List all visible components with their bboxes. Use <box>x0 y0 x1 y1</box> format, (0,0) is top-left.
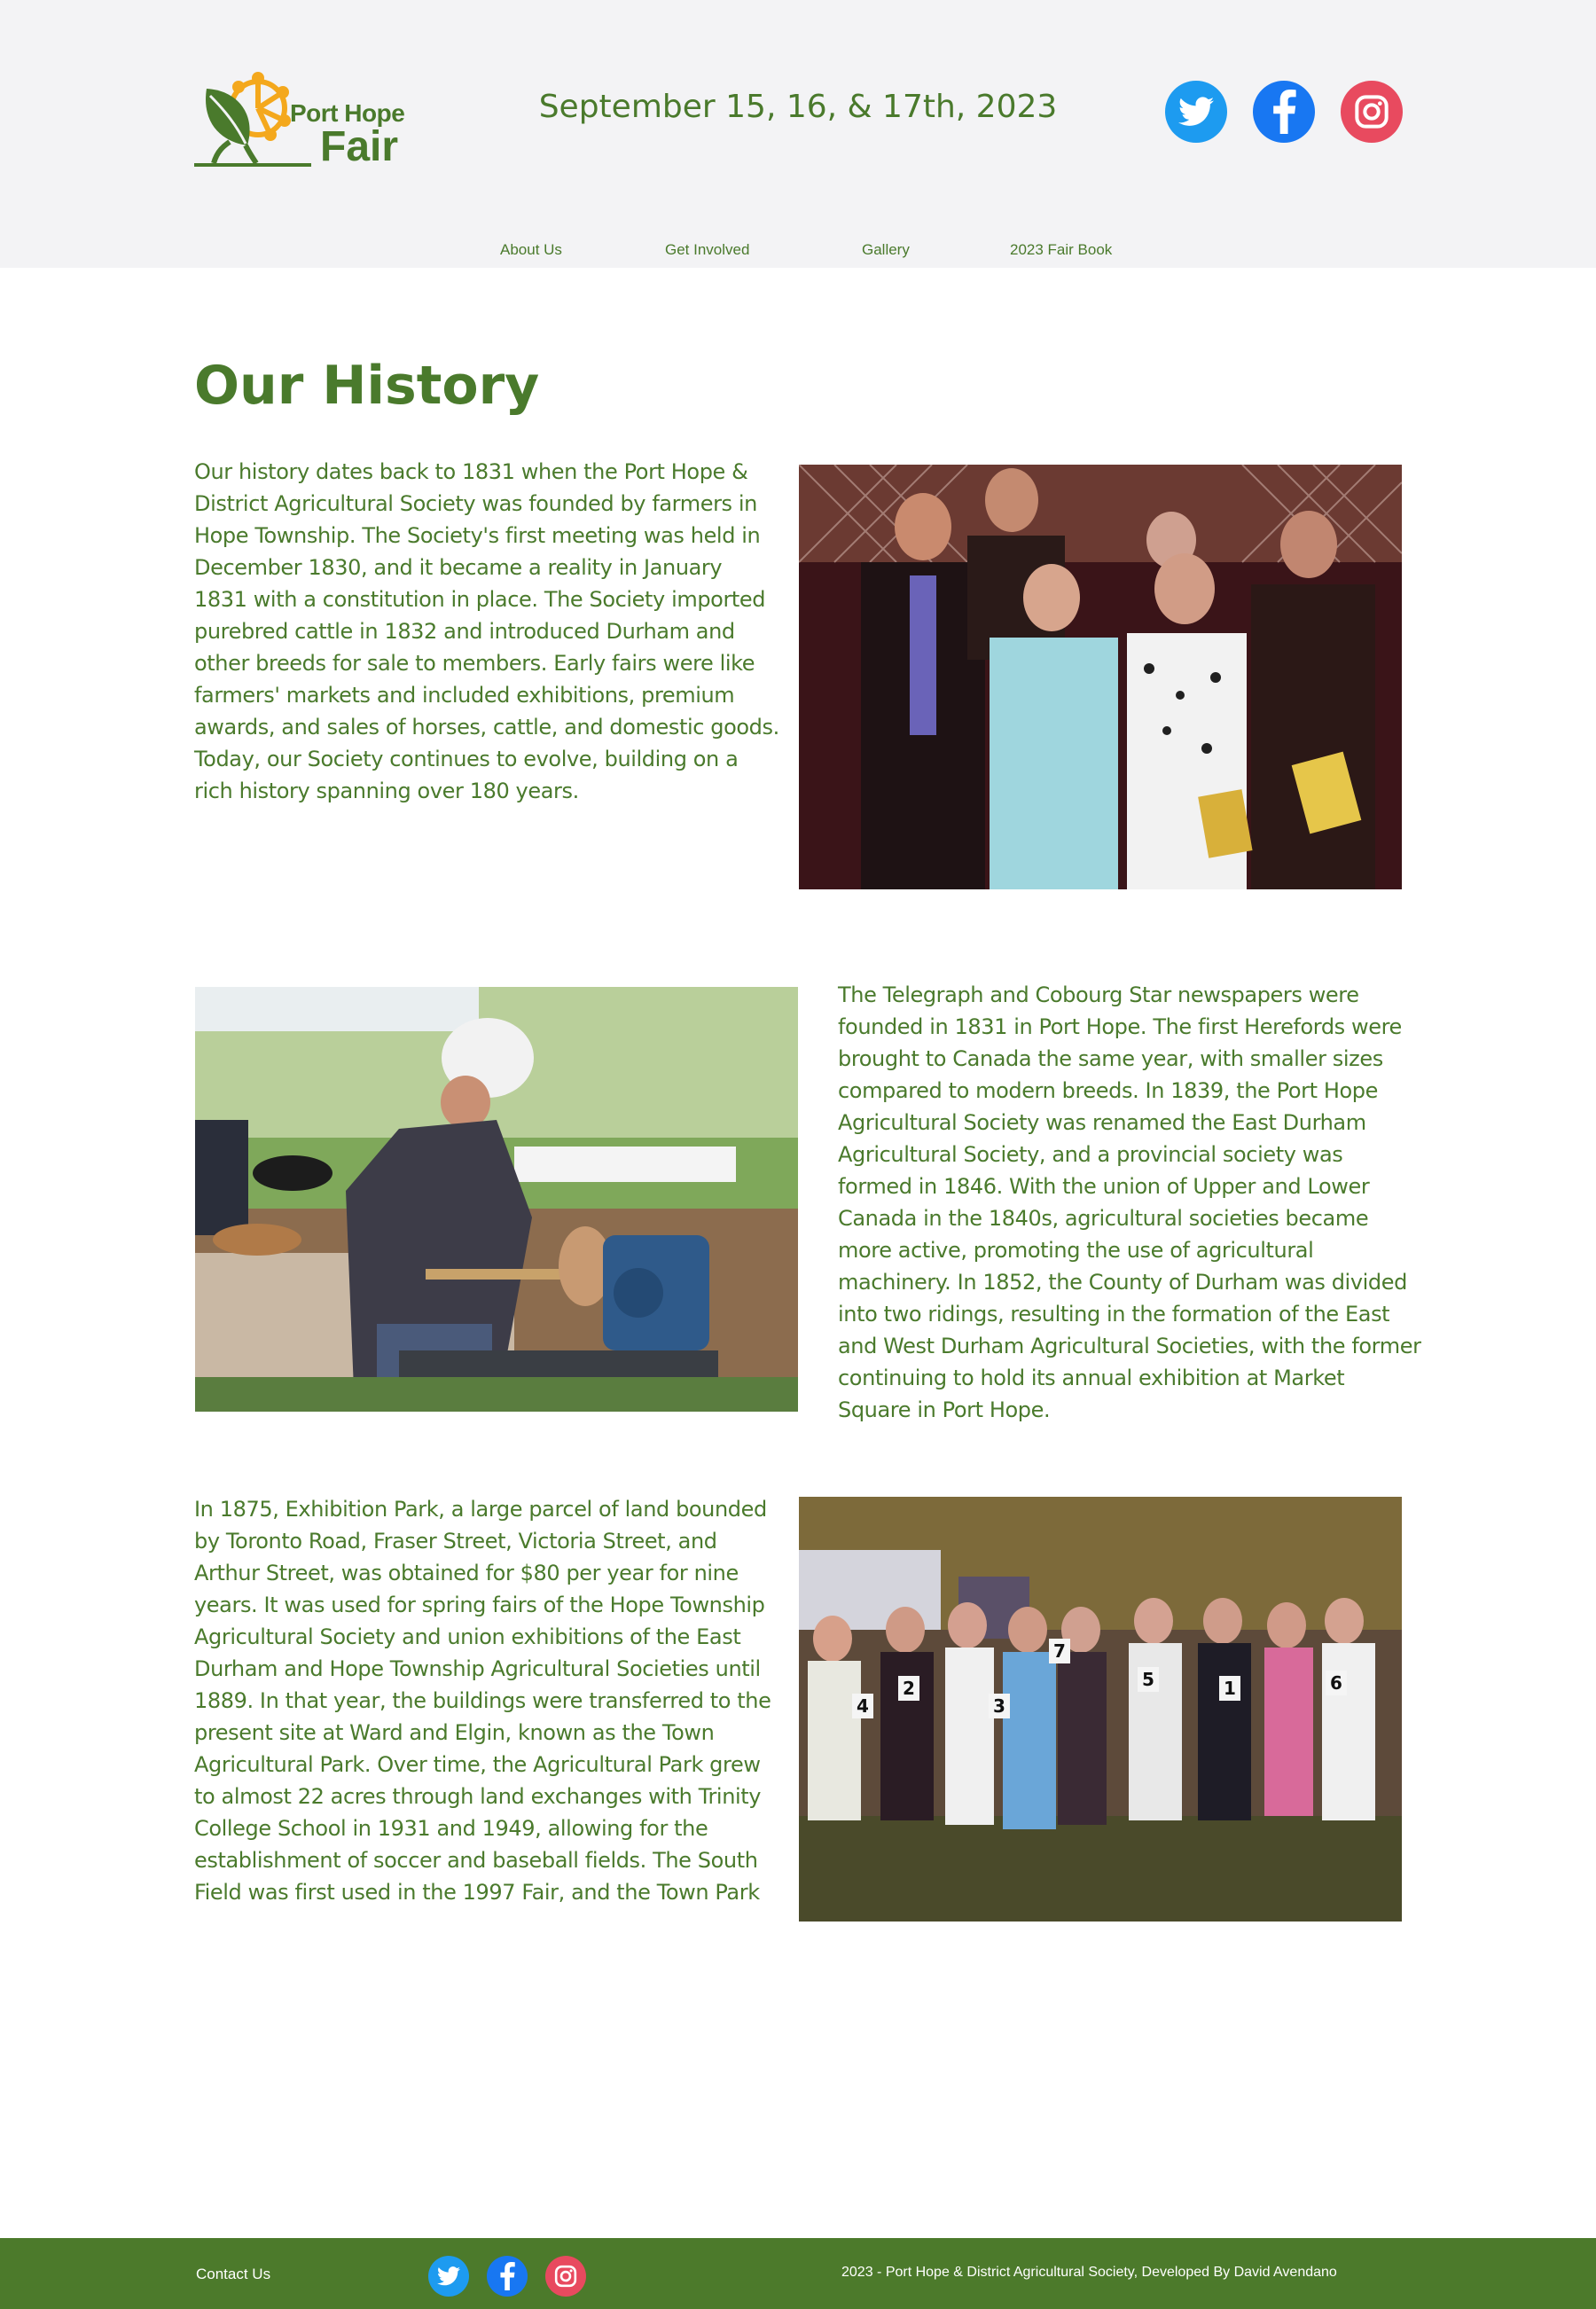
woodturning-demo-photo <box>195 987 798 1412</box>
twitter-icon[interactable] <box>428 2256 469 2297</box>
twitter-icon[interactable] <box>1165 81 1227 143</box>
society-members-photo <box>799 465 1402 889</box>
nav-about-us[interactable]: About Us <box>500 241 562 259</box>
logo-text-bottom: Fair <box>320 123 399 170</box>
page-title: Our History <box>194 355 540 417</box>
instagram-icon[interactable] <box>545 2256 586 2297</box>
number-card-5: 5 <box>1142 1669 1154 1690</box>
fair-dates: September 15, 16, & 17th, 2023 <box>538 89 1058 125</box>
facebook-icon[interactable] <box>487 2256 528 2297</box>
nav-fair-book[interactable]: 2023 Fair Book <box>1010 241 1112 259</box>
number-card-1: 4 <box>857 1695 869 1717</box>
facebook-icon[interactable] <box>1253 81 1315 143</box>
nav-get-involved[interactable]: Get Involved <box>665 241 749 259</box>
history-paragraph-2: The Telegraph and Cobourg Star newspaper… <box>838 982 1421 1422</box>
footer-credit: 2023 - Port Hope & District Agricultural… <box>841 2265 1337 2280</box>
contact-us-link[interactable]: Contact Us <box>196 2266 270 2283</box>
competitors-group-photo: 4 2 3 7 5 1 6 <box>799 1497 1402 1922</box>
number-card-6: 1 <box>1224 1678 1236 1699</box>
footer-social-links <box>428 2256 586 2297</box>
header-social-links <box>1165 81 1403 143</box>
instagram-icon[interactable] <box>1341 81 1403 143</box>
history-paragraph-3: In 1875, Exhibition Park, a large parcel… <box>194 1497 771 1905</box>
nav-gallery[interactable]: Gallery <box>862 241 910 259</box>
number-card-7: 6 <box>1330 1672 1342 1694</box>
number-card-2: 2 <box>903 1678 915 1699</box>
number-card-3: 3 <box>993 1695 1005 1717</box>
site-logo[interactable]: Port Hope Fair <box>194 69 407 171</box>
history-paragraph-1: Our history dates back to 1831 when the … <box>194 459 779 803</box>
number-card-4: 7 <box>1053 1640 1066 1662</box>
